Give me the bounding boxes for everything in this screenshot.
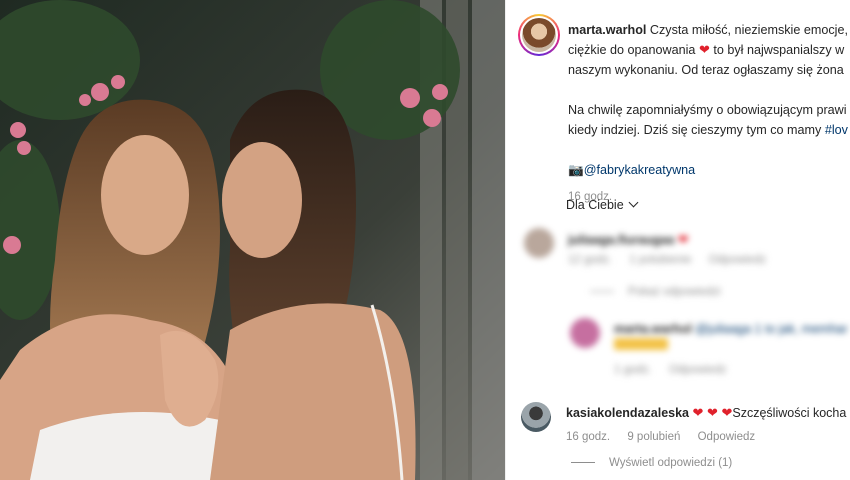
view-replies-toggle[interactable]: Wyświetl odpowiedzi (1) (571, 457, 846, 469)
hashtag-link[interactable]: #lov (825, 123, 848, 137)
caption-line-1: Czysta miłość, nieziemskie emocje, w (649, 23, 850, 37)
author-avatar[interactable] (518, 14, 560, 56)
avatar (570, 318, 600, 348)
comment-time[interactable]: 16 godz. (566, 431, 610, 443)
comment-username: marta.warhol (614, 322, 692, 336)
comment-reply-button[interactable]: Odpowiedz (698, 431, 756, 443)
author-username[interactable]: marta.warhol (568, 23, 646, 37)
view-replies-label[interactable]: Wyświetl odpowiedzi (1) (609, 457, 732, 469)
comment-kasia: kasiakolendazaleska ❤ ❤ ❤Szczęśliwości k… (566, 405, 846, 469)
commenter-username[interactable]: kasiakolendazaleska (566, 406, 689, 420)
camera-icon: 📷 (568, 163, 584, 177)
caption-line-6: kiedy indziej. Dziś się cieszymy tym co … (568, 123, 822, 137)
chevron-down-icon (628, 197, 639, 208)
comment-time: 12 godz. (568, 254, 613, 266)
post-caption: marta.warhol Czysta miłość, nieziemskie … (568, 20, 850, 207)
commenter-avatar[interactable] (521, 402, 551, 432)
credit-mention-link[interactable]: @fabrykakreatywna (584, 163, 695, 177)
comment-text: @juliaaga 1 to jak, memhar (695, 322, 848, 336)
caption-line-3: to był najwspanialszy w (713, 43, 845, 57)
comment-reply: Odpowiedz (708, 254, 767, 266)
filter-label: Dla Ciebie (566, 198, 624, 212)
comment-filter-dropdown[interactable]: Dla Ciebie (566, 197, 639, 212)
comment-likes: 1 polubienie (629, 254, 692, 266)
post-photo[interactable] (0, 0, 505, 480)
caption-line-4: naszym wykonaniu. Od teraz ogłaszamy się… (568, 63, 844, 77)
comment-reply: Odpowiedz (668, 364, 727, 376)
heart-icon: ❤ (677, 232, 689, 247)
caption-line-5: Na chwilę zapomniałyśmy o obowiązującym … (568, 103, 847, 117)
comment-time: 1 godz. (614, 364, 652, 376)
heart-icon: ❤ (698, 42, 710, 57)
avatar (524, 228, 554, 258)
comment-text: Szczęśliwości kocha (732, 406, 847, 420)
view-replies: Pokaż odpowiedzi (628, 286, 721, 298)
comment-likes[interactable]: 9 polubień (627, 431, 680, 443)
emoji-row (614, 338, 668, 350)
comment-username: juliaaga.fiuraugaa (568, 233, 675, 247)
caption-line-2: ciężkie do opanowania (568, 43, 696, 57)
hearts-emoji: ❤ ❤ ❤ (692, 405, 733, 420)
comments-panel: marta.warhol Czysta miłość, nieziemskie … (505, 0, 850, 480)
